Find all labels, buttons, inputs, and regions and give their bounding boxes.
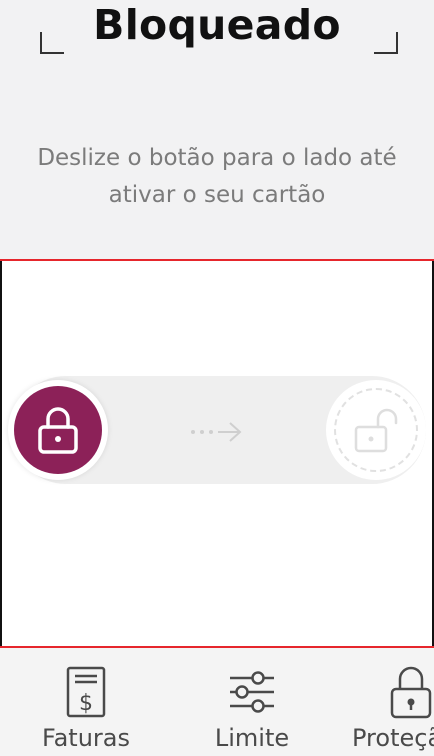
nav-item-limite[interactable]: Limite: [194, 664, 310, 754]
nav-item-protecao[interactable]: Proteção: [352, 664, 434, 754]
lock-closed-icon: [38, 407, 78, 454]
instruction-text: Deslize o botão para o lado até ativar o…: [0, 140, 434, 214]
status-header: Bloqueado Deslize o botão para o lado at…: [0, 0, 434, 259]
nav-label-limite: Limite: [214, 724, 290, 752]
viewfinder-corner-left: [40, 32, 64, 54]
svg-text:$: $: [79, 691, 93, 716]
divider-top: [0, 259, 434, 261]
nav-label-faturas: Faturas: [41, 724, 130, 752]
dotted-arrow-right-icon: [191, 422, 242, 442]
nav-label-protecao: Proteção: [352, 724, 434, 752]
page-title: Bloqueado: [93, 1, 341, 49]
nav-item-faturas[interactable]: $ Faturas: [28, 664, 144, 754]
viewfinder-corner-right: [374, 32, 398, 54]
instruction-line-2: ativar o seu cartão: [108, 182, 326, 208]
bottom-navigation: $ Faturas Limite Proteçã: [0, 648, 434, 756]
lock-icon: [390, 666, 432, 719]
unlock-target-dashed-ring: [334, 388, 418, 472]
invoice-dollar-icon: $: [66, 666, 106, 718]
unlock-target: [326, 380, 426, 480]
sliders-icon: [230, 671, 274, 713]
unlock-slider-knob[interactable]: [8, 380, 108, 480]
slider-knob-fill: [14, 386, 102, 474]
instruction-line-1: Deslize o botão para o lado até: [37, 145, 397, 171]
lock-open-icon: [354, 408, 398, 453]
